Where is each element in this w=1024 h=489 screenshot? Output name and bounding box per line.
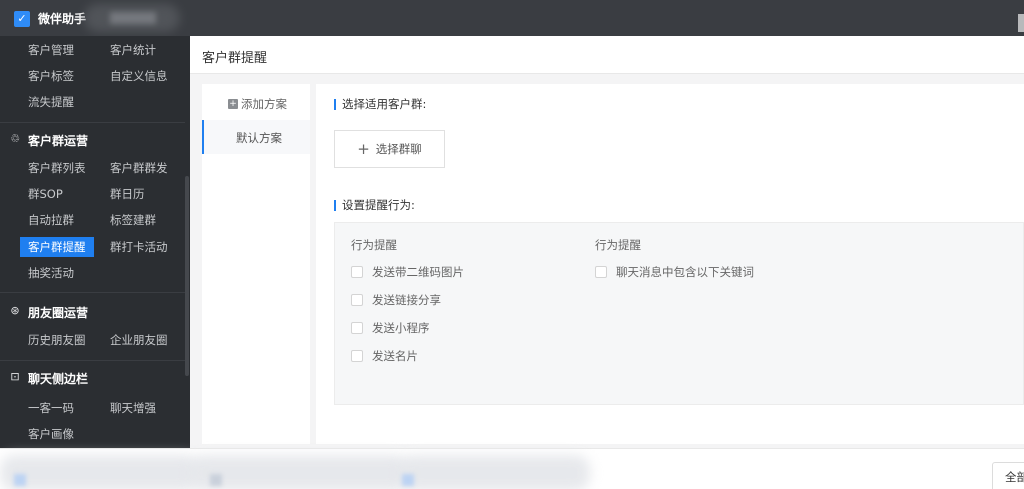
sidebar-item-group-checkin[interactable]: 群打卡活动 xyxy=(110,237,168,257)
chat-sidebar-icon: ⊡ xyxy=(10,370,20,383)
checkbox-label: 发送链接分享 xyxy=(372,293,441,307)
sidebar-group-label: 客户群运营 xyxy=(28,134,89,148)
sidebar-item-custom-info[interactable]: 自定义信息 xyxy=(110,66,168,86)
sidebar-group-label: 朋友圈运营 xyxy=(28,306,89,320)
all-button[interactable]: 全部 xyxy=(992,462,1024,489)
checkbox[interactable] xyxy=(351,350,363,362)
sidebar-item-enterprise-moments[interactable]: 企业朋友圈 xyxy=(110,330,168,350)
sidebar-item-group-broadcast[interactable]: 客户群群发 xyxy=(110,158,168,178)
divider xyxy=(0,292,185,293)
select-group-heading: 选择适用客户群: xyxy=(334,96,426,112)
group-operation-icon: ♲ xyxy=(10,132,20,145)
checkbox[interactable] xyxy=(351,322,363,334)
sidebar-item-customer-manage[interactable]: 客户管理 xyxy=(28,40,74,60)
checkbox-send-qr-image[interactable]: 发送带二维码图片 xyxy=(351,264,464,280)
accent-bar xyxy=(334,199,336,211)
redacted-region xyxy=(400,455,590,489)
brand-check-icon: ✓ xyxy=(14,10,30,27)
plus-icon: + xyxy=(357,140,370,158)
select-group-label: 选择适用客户群: xyxy=(342,97,427,111)
sidebar-item-tag-group[interactable]: 标签建群 xyxy=(110,210,156,230)
sidebar-group-chat-sidebar[interactable]: ⊡ 聊天侧边栏 xyxy=(0,366,185,390)
behavior-column-heading: 行为提醒 xyxy=(351,238,397,252)
checkbox-label: 发送带二维码图片 xyxy=(372,265,464,279)
sidebar-item-group-reminder[interactable]: 客户群提醒 xyxy=(20,237,94,257)
sidebar: 客户管理 客户统计 客户标签 自定义信息 流失提醒 ♲ 客户群运营 客户群列表 … xyxy=(0,36,190,448)
behavior-box: 行为提醒 行为提醒 发送带二维码图片 发送链接分享 发送小程序 发送名片 聊天消… xyxy=(334,222,1024,405)
checkbox-label: 聊天消息中包含以下关键词 xyxy=(616,265,754,279)
redacted-region xyxy=(110,12,156,24)
sidebar-group-moments[interactable]: ⊛ 朋友圈运营 xyxy=(0,300,185,324)
checkbox-send-miniprogram[interactable]: 发送小程序 xyxy=(351,320,430,336)
content-header: 客户群提醒 xyxy=(190,36,1024,74)
sidebar-group-label: 聊天侧边栏 xyxy=(28,372,89,386)
sidebar-group-group-operation[interactable]: ♲ 客户群运营 xyxy=(0,128,185,152)
sidebar-row: 历史朋友圈 企业朋友圈 xyxy=(0,330,185,350)
sidebar-row: 客户群列表 客户群群发 xyxy=(0,158,185,178)
sidebar-item-auto-group[interactable]: 自动拉群 xyxy=(28,210,74,230)
checkbox-label: 发送名片 xyxy=(372,349,418,363)
checkbox[interactable] xyxy=(595,266,607,278)
brand-name: 微伴助手 xyxy=(38,12,87,26)
select-group-button-label: 选择群聊 xyxy=(375,142,422,156)
sidebar-item-churn-alert[interactable]: 流失提醒 xyxy=(28,92,74,112)
divider xyxy=(0,122,185,123)
sidebar-item-one-code[interactable]: 一客一码 xyxy=(28,398,74,418)
divider xyxy=(0,360,185,361)
plus-square-icon: + xyxy=(228,99,238,109)
checkbox-label: 发送小程序 xyxy=(372,321,430,335)
sidebar-item-customer-tags[interactable]: 客户标签 xyxy=(28,66,74,86)
redacted-region xyxy=(0,455,200,489)
checkbox-send-link[interactable]: 发送链接分享 xyxy=(351,292,441,308)
sidebar-row: 流失提醒 xyxy=(0,92,185,112)
add-plan-label: 添加方案 xyxy=(241,97,287,111)
plan-item-default[interactable]: 默认方案 xyxy=(202,120,310,154)
plan-list: + 添加方案 默认方案 xyxy=(202,84,310,444)
redacted-region xyxy=(190,455,410,489)
accent-bar xyxy=(334,98,336,110)
sidebar-item-group-calendar[interactable]: 群日历 xyxy=(110,184,145,204)
moments-icon: ⊛ xyxy=(10,304,20,317)
add-plan-button[interactable]: + 添加方案 xyxy=(228,96,287,112)
redacted-dot xyxy=(210,474,222,486)
checkbox-send-card[interactable]: 发送名片 xyxy=(351,348,418,364)
behavior-label: 设置提醒行为: xyxy=(342,198,415,212)
brand[interactable]: ✓ 微伴助手 xyxy=(14,10,86,27)
checkbox[interactable] xyxy=(351,266,363,278)
sidebar-row: 客户管理 客户统计 xyxy=(0,40,185,60)
sidebar-item-group-list[interactable]: 客户群列表 xyxy=(28,158,86,178)
sidebar-item-customer-stats[interactable]: 客户统计 xyxy=(110,40,156,60)
sidebar-item-customer-profile[interactable]: 客户画像 xyxy=(28,424,74,444)
checkbox-keyword[interactable]: 聊天消息中包含以下关键词 xyxy=(595,264,754,280)
sidebar-item-lottery[interactable]: 抽奖活动 xyxy=(28,263,74,283)
behavior-heading: 设置提醒行为: xyxy=(334,197,415,213)
redacted-dot xyxy=(402,474,414,486)
select-group-button[interactable]: + 选择群聊 xyxy=(334,130,445,168)
page-title: 客户群提醒 xyxy=(202,51,268,66)
sidebar-row: 自动拉群 标签建群 xyxy=(0,210,185,230)
sidebar-item-chat-enhance[interactable]: 聊天增强 xyxy=(110,398,156,418)
sidebar-item-group-sop[interactable]: 群SOP xyxy=(28,184,63,204)
behavior-column-heading: 行为提醒 xyxy=(595,238,641,252)
sidebar-row: 客户群提醒 群打卡活动 xyxy=(0,237,185,257)
sidebar-scrollbar[interactable] xyxy=(185,176,189,376)
sidebar-item-moments-history[interactable]: 历史朋友圈 xyxy=(28,330,86,350)
sidebar-row: 抽奖活动 xyxy=(0,263,185,283)
main-panel: 选择适用客户群: + 选择群聊 设置提醒行为: 行为提醒 行为提醒 发送带二维码… xyxy=(316,84,1024,444)
top-bar: ✓ 微伴助手 xyxy=(0,0,1024,36)
sidebar-row: 客户标签 自定义信息 xyxy=(0,66,185,86)
sidebar-row: 一客一码 聊天增强 xyxy=(0,398,185,418)
redacted-dot xyxy=(14,474,26,486)
sidebar-row: 客户画像 xyxy=(0,424,185,444)
checkbox[interactable] xyxy=(351,294,363,306)
sidebar-row: 群SOP 群日历 xyxy=(0,184,185,204)
avatar[interactable] xyxy=(1018,14,1024,32)
plan-item-label: 默认方案 xyxy=(236,131,282,145)
